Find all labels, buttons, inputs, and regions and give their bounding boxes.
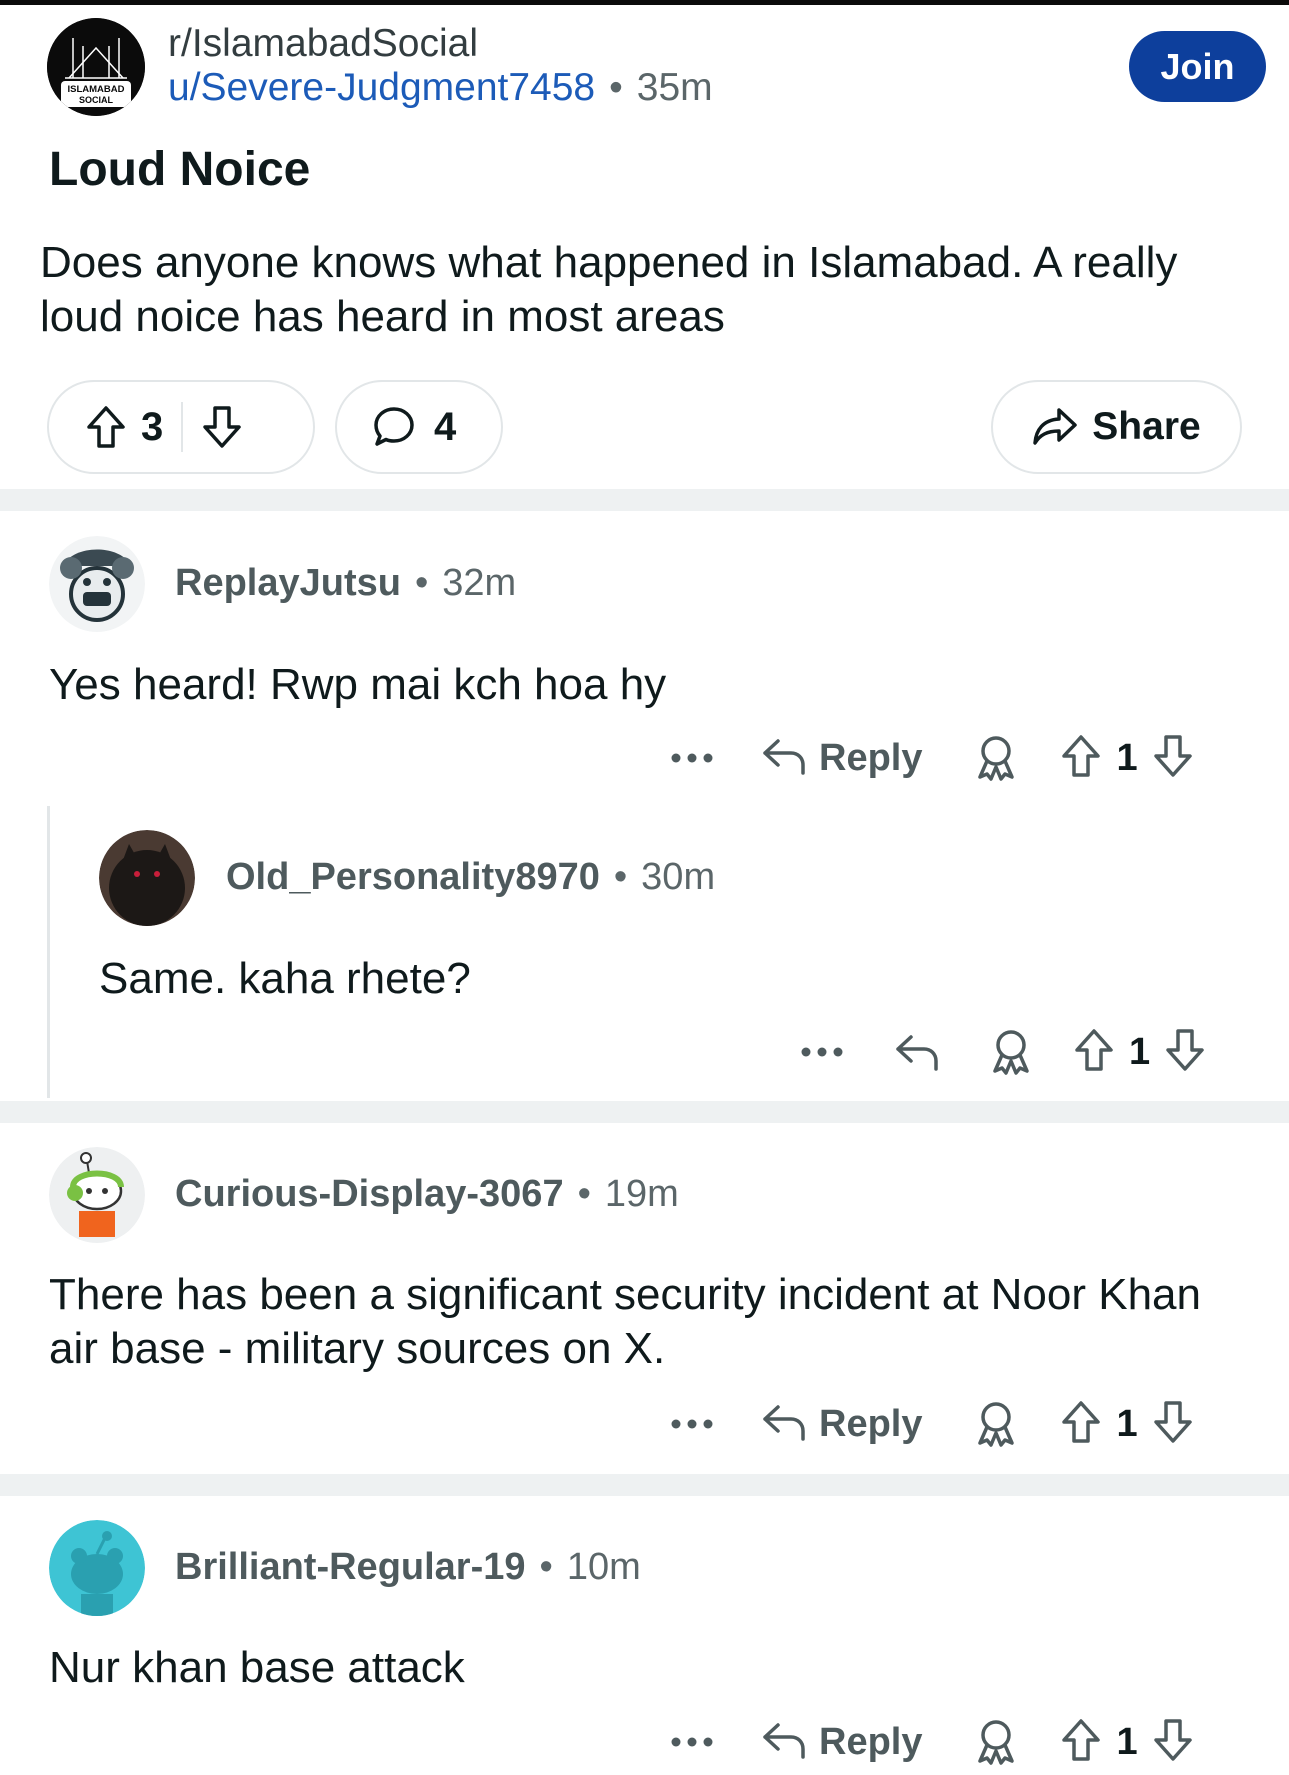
separator-dot: • (613, 856, 628, 898)
comment-downvote[interactable] (1152, 1718, 1194, 1767)
reply-button[interactable]: Reply (761, 1719, 922, 1766)
separator-dot: • (539, 1546, 553, 1588)
subreddit-avatar[interactable]: ISLAMABAD SOCIAL (47, 18, 145, 116)
subreddit-logo-text-1: ISLAMABAD (68, 84, 125, 95)
comment-actions: Reply 1 (670, 1394, 1194, 1454)
comment-downvote[interactable] (1164, 1028, 1206, 1077)
comment-upvote[interactable] (1060, 1400, 1102, 1449)
comment-vote-count: 1 (1116, 1720, 1138, 1763)
comment-meta: ReplayJutsu • 32m (175, 562, 516, 605)
downvote-icon (1152, 1400, 1194, 1449)
reply-icon[interactable] (894, 1031, 940, 1073)
reply-button[interactable]: Reply (761, 735, 922, 782)
comment-icon (372, 405, 416, 449)
award-icon[interactable] (974, 1401, 1018, 1447)
comment-upvote[interactable] (1060, 734, 1102, 783)
post-time: 35m (636, 66, 713, 109)
comment-vote-count: 1 (1116, 1402, 1138, 1445)
comment-separator (0, 1101, 1289, 1123)
comment-vote-count: 1 (1129, 1030, 1151, 1073)
award-icon[interactable] (974, 1719, 1018, 1765)
share-label: Share (1092, 405, 1201, 448)
downvote-icon (1164, 1028, 1206, 1077)
comment-actions: Reply 1 (670, 728, 1194, 788)
reply-label: Reply (819, 1402, 923, 1445)
subreddit-logo-text-2: SOCIAL (79, 95, 114, 105)
comment-body: Same. kaha rhete? (99, 954, 471, 1003)
comment-body: Yes heard! Rwp mai kch hoa hy (49, 660, 667, 709)
share-icon (1032, 406, 1078, 448)
comment-meta: Old_Personality8970 • 30m (226, 856, 715, 899)
avatar-replayjutsu[interactable] (49, 536, 145, 632)
separator-dot: • (577, 1173, 591, 1215)
comment-body: There has been a significant security in… (49, 1270, 1201, 1373)
reply-label: Reply (819, 1720, 923, 1763)
post-title[interactable]: Loud Noice (49, 142, 310, 197)
reply-label: Reply (819, 736, 923, 779)
join-button[interactable]: Join (1129, 31, 1266, 102)
downvote-icon (1152, 734, 1194, 783)
comment-time: 10m (566, 1546, 641, 1588)
more-icon[interactable] (800, 1046, 844, 1058)
vote-divider (181, 402, 184, 452)
more-icon[interactable] (670, 752, 714, 764)
avatar-old-personality[interactable] (99, 830, 195, 926)
thread-line[interactable] (47, 806, 50, 1098)
post-meta: u/Severe-Judgment7458 • 35m (168, 66, 713, 110)
more-icon[interactable] (670, 1736, 714, 1748)
reply-button[interactable]: Reply (761, 1401, 922, 1448)
post-vote-pill: 3 (47, 380, 315, 474)
comment-username[interactable]: ReplayJutsu (175, 562, 401, 604)
comment-meta: Curious-Display-3067 • 19m (175, 1173, 679, 1216)
comment-upvote[interactable] (1060, 1718, 1102, 1767)
comment-time: 30m (641, 856, 716, 898)
comment-upvote[interactable] (1073, 1028, 1115, 1077)
post-author[interactable]: u/Severe-Judgment7458 (168, 66, 595, 109)
top-edge (0, 0, 1289, 5)
comment-time: 32m (442, 562, 517, 604)
upvote-icon[interactable] (85, 405, 127, 449)
upvote-icon (1060, 734, 1102, 783)
comment-downvote[interactable] (1152, 734, 1194, 783)
award-icon[interactable] (989, 1029, 1033, 1075)
upvote-icon (1060, 1400, 1102, 1449)
comment-username[interactable]: Brilliant-Regular-19 (175, 1546, 526, 1588)
comment-separator (0, 1474, 1289, 1496)
more-icon[interactable] (670, 1418, 714, 1430)
upvote-icon (1060, 1718, 1102, 1767)
separator-dot: • (414, 562, 429, 604)
comment-actions: Reply 1 (670, 1712, 1194, 1772)
avatar-brilliant-regular[interactable] (49, 1520, 145, 1616)
downvote-icon (1152, 1718, 1194, 1767)
comment-vote-count: 1 (1116, 736, 1138, 779)
comment-username[interactable]: Curious-Display-3067 (175, 1173, 564, 1215)
comment-meta: Brilliant-Regular-19 • 10m (175, 1546, 641, 1589)
reply-icon (761, 1401, 807, 1448)
post-body: Does anyone knows what happened in Islam… (40, 238, 1178, 341)
post-separator (0, 489, 1289, 511)
share-button[interactable]: Share (991, 380, 1242, 474)
award-icon[interactable] (974, 735, 1018, 781)
downvote-icon[interactable] (201, 405, 243, 449)
comment-body: Nur khan base attack (49, 1643, 465, 1692)
comment-username[interactable]: Old_Personality8970 (226, 856, 600, 898)
reply-icon (761, 735, 807, 782)
subreddit-name[interactable]: r/IslamabadSocial (168, 22, 478, 66)
comments-button[interactable]: 4 (335, 380, 503, 474)
reply-icon (761, 1719, 807, 1766)
comment-actions: 1 (800, 1022, 1206, 1082)
avatar-curious-display[interactable] (49, 1147, 145, 1243)
comment-time: 19m (604, 1173, 679, 1215)
separator-dot: • (609, 66, 623, 109)
upvote-icon (1073, 1028, 1115, 1077)
comment-downvote[interactable] (1152, 1400, 1194, 1449)
post-comment-count: 4 (434, 404, 457, 449)
post-upvote-count: 3 (141, 404, 164, 449)
